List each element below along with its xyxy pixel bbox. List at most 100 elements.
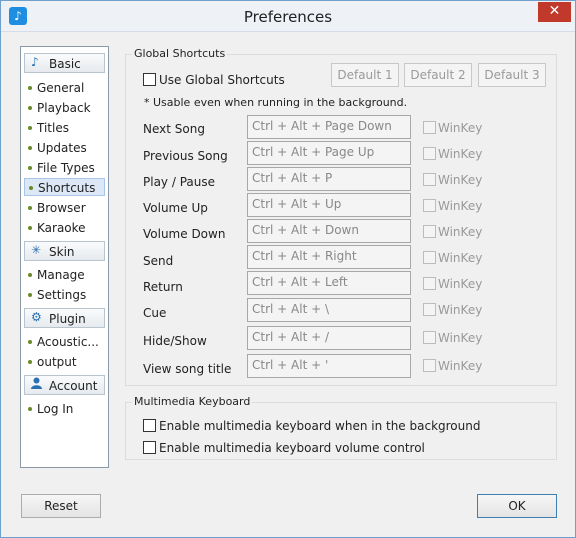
nav-item-label: Acoustic... <box>37 335 99 349</box>
sparkle-icon: ✳ <box>31 243 42 257</box>
default-1-button[interactable]: Default 1 <box>331 63 399 87</box>
winkey-label: WinKey <box>438 147 483 161</box>
winkey-checkbox[interactable] <box>423 303 436 316</box>
nav-item-titles[interactable]: Titles <box>24 119 105 137</box>
nav-group-account[interactable]: Account <box>24 375 105 395</box>
winkey-checkbox[interactable] <box>423 147 436 160</box>
nav-item-label: Log In <box>37 402 74 416</box>
gear-icon: ⚙ <box>31 310 42 324</box>
user-icon-svg <box>31 377 42 389</box>
nav-group-label: Plugin <box>49 312 86 326</box>
nav-group-plugin[interactable]: ⚙ Plugin <box>24 308 105 328</box>
nav-item-label: File Types <box>37 161 95 175</box>
bullet-icon <box>28 340 32 344</box>
bullet-icon <box>28 360 32 364</box>
bullet-icon <box>28 407 32 411</box>
user-icon <box>31 377 42 392</box>
reset-button[interactable]: Reset <box>21 494 101 518</box>
nav-item-updates[interactable]: Updates <box>24 139 105 157</box>
bullet-icon <box>28 226 32 230</box>
winkey-label: WinKey <box>438 331 483 345</box>
winkey-checkbox[interactable] <box>423 359 436 372</box>
window-title: Preferences <box>243 8 333 26</box>
multimedia-background-checkbox[interactable] <box>143 419 156 432</box>
nav-group-label: Account <box>49 379 98 393</box>
shortcut-field-return[interactable]: Ctrl + Alt + Left <box>247 271 411 295</box>
nav-item-label: Shortcuts <box>38 181 96 195</box>
winkey-checkbox[interactable] <box>423 121 436 134</box>
nav-item-shortcuts[interactable]: Shortcuts <box>24 178 105 196</box>
winkey-checkbox[interactable] <box>423 173 436 186</box>
bullet-icon <box>28 146 32 150</box>
multimedia-background-label: Enable multimedia keyboard when in the b… <box>159 419 481 433</box>
nav-item-output[interactable]: output <box>24 353 105 371</box>
close-button[interactable]: ✕ <box>538 2 571 22</box>
bullet-icon <box>28 293 32 297</box>
shortcut-field-volume-down[interactable]: Ctrl + Alt + Down <box>247 219 411 243</box>
shortcut-field-next-song[interactable]: Ctrl + Alt + Page Down <box>247 115 411 139</box>
bullet-icon <box>28 126 32 130</box>
shortcut-field-previous-song[interactable]: Ctrl + Alt + Page Up <box>247 141 411 165</box>
shortcut-label: Next Song <box>143 122 205 136</box>
winkey-label: WinKey <box>438 303 483 317</box>
nav-item-label: General <box>37 81 85 95</box>
use-global-shortcuts-checkbox[interactable] <box>143 73 156 86</box>
nav-item-label: Updates <box>37 141 87 155</box>
bullet-icon <box>29 186 33 190</box>
nav-group-label: Skin <box>49 245 75 259</box>
multimedia-volume-checkbox[interactable] <box>143 441 156 454</box>
winkey-checkbox[interactable] <box>423 199 436 212</box>
bullet-icon <box>28 166 32 170</box>
shortcut-field-volume-up[interactable]: Ctrl + Alt + Up <box>247 193 411 217</box>
nav-item-karaoke[interactable]: Karaoke <box>24 219 105 237</box>
bullet-icon <box>28 86 32 90</box>
ok-button[interactable]: OK <box>477 494 557 518</box>
nav-item-playback[interactable]: Playback <box>24 99 105 117</box>
shortcut-field-hide-show[interactable]: Ctrl + Alt + / <box>247 326 411 350</box>
nav-item-file-types[interactable]: File Types <box>24 159 105 177</box>
nav-item-general[interactable]: General <box>24 79 105 97</box>
nav-item-browser[interactable]: Browser <box>24 199 105 217</box>
nav-item-manage[interactable]: Manage <box>24 266 105 284</box>
nav-group-label: Basic <box>49 57 81 71</box>
bullet-icon <box>28 273 32 277</box>
default-3-button[interactable]: Default 3 <box>478 63 546 87</box>
nav-item-label: Browser <box>37 201 86 215</box>
shortcut-label: Volume Up <box>143 201 208 215</box>
preferences-window: ♪ Preferences ✕ ♪ Basic General Playback… <box>0 0 576 538</box>
default-2-button[interactable]: Default 2 <box>404 63 472 87</box>
shortcut-field-view-song-title[interactable]: Ctrl + Alt + ' <box>247 354 411 378</box>
shortcut-label: Hide/Show <box>143 334 207 348</box>
bullet-icon <box>28 106 32 110</box>
winkey-checkbox[interactable] <box>423 251 436 264</box>
shortcut-label: Play / Pause <box>143 175 215 189</box>
shortcut-field-play-pause[interactable]: Ctrl + Alt + P <box>247 167 411 191</box>
nav-item-label: Playback <box>37 101 91 115</box>
shortcut-field-cue[interactable]: Ctrl + Alt + \ <box>247 298 411 322</box>
nav-group-basic[interactable]: ♪ Basic <box>24 53 105 73</box>
nav-item-log-in[interactable]: Log In <box>24 400 105 418</box>
nav-group-skin[interactable]: ✳ Skin <box>24 241 105 261</box>
background-note: * Usable even when running in the backgr… <box>144 96 408 109</box>
preferences-nav: ♪ Basic General Playback Titles Updates … <box>20 46 109 468</box>
multimedia-volume-label: Enable multimedia keyboard volume contro… <box>159 441 425 455</box>
winkey-checkbox[interactable] <box>423 225 436 238</box>
nav-item-settings[interactable]: Settings <box>24 286 105 304</box>
shortcut-label: View song title <box>143 362 232 376</box>
close-icon: ✕ <box>548 3 561 19</box>
bullet-icon <box>28 206 32 210</box>
winkey-checkbox[interactable] <box>423 331 436 344</box>
group-title: Multimedia Keyboard <box>132 395 253 408</box>
shortcut-label: Cue <box>143 306 167 320</box>
shortcut-field-send[interactable]: Ctrl + Alt + Right <box>247 245 411 269</box>
shortcut-label: Volume Down <box>143 227 226 241</box>
nav-item-label: Manage <box>37 268 85 282</box>
winkey-label: WinKey <box>438 277 483 291</box>
winkey-label: WinKey <box>438 251 483 265</box>
title-bar[interactable]: ♪ Preferences ✕ <box>1 1 575 32</box>
winkey-checkbox[interactable] <box>423 277 436 290</box>
winkey-label: WinKey <box>438 225 483 239</box>
nav-item-label: Settings <box>37 288 87 302</box>
nav-item-acoustic[interactable]: Acoustic... <box>24 333 105 351</box>
winkey-label: WinKey <box>438 199 483 213</box>
